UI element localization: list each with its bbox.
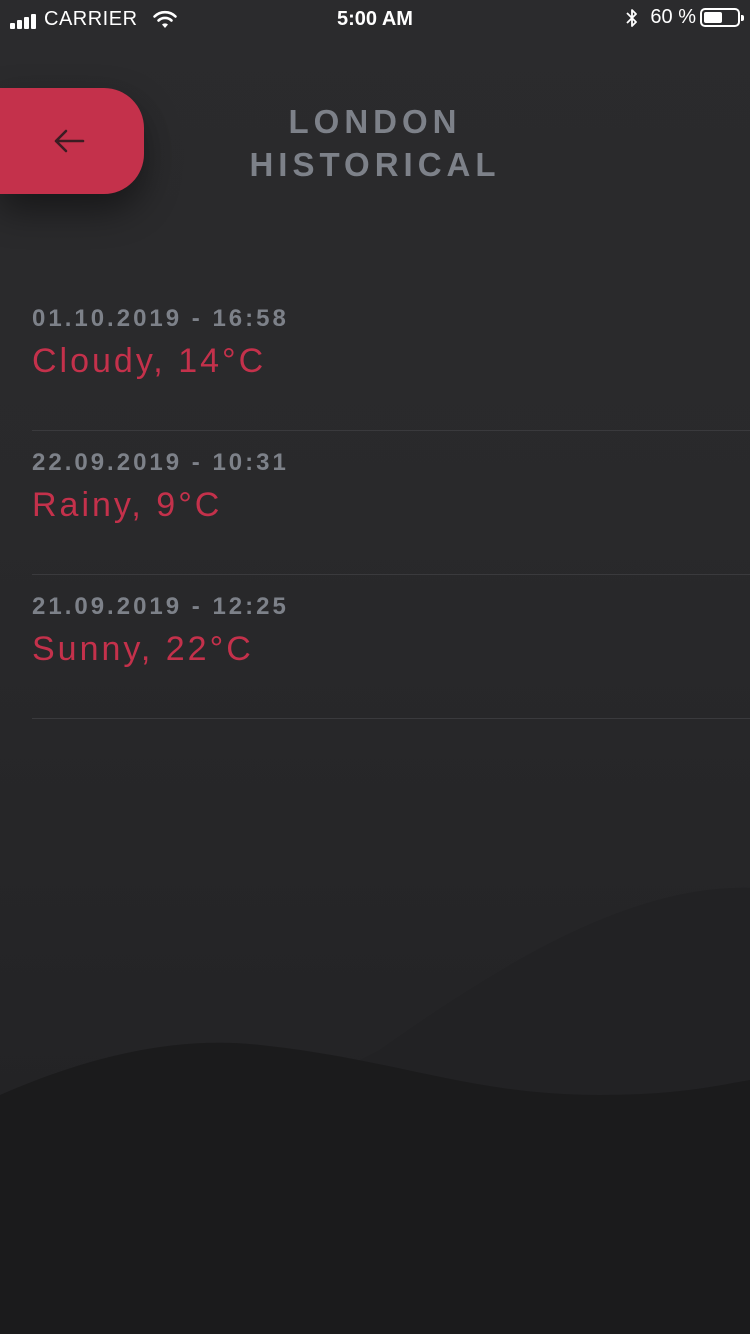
history-weather: Sunny, 22°C (32, 630, 254, 668)
page-title-line1: LONDON (288, 103, 462, 140)
page-title-line2: HISTORICAL (249, 146, 501, 183)
battery-icon (700, 8, 744, 27)
history-item[interactable]: 21.09.2019 - 12:25 Sunny, 22°C (32, 575, 750, 719)
historical-screen: CARRIER 5:00 AM 60 % LONDON HISTORICAL 0… (0, 0, 750, 1334)
back-button[interactable] (0, 88, 144, 194)
page-title: LONDON HISTORICAL (150, 100, 600, 186)
battery-percent: 60 % (650, 6, 696, 28)
history-item[interactable]: 22.09.2019 - 10:31 Rainy, 9°C (32, 431, 750, 575)
arrow-left-icon (54, 129, 85, 153)
history-date: 01.10.2019 - 16:58 (32, 305, 289, 332)
background-waves (0, 887, 750, 1334)
status-right: 60 % (624, 6, 744, 29)
history-item[interactable]: 01.10.2019 - 16:58 Cloudy, 14°C (32, 287, 750, 431)
history-list: 01.10.2019 - 16:58 Cloudy, 14°C 22.09.20… (32, 287, 750, 719)
history-weather: Rainy, 9°C (32, 486, 223, 524)
history-date: 22.09.2019 - 10:31 (32, 449, 289, 476)
status-bar: CARRIER 5:00 AM 60 % (0, 0, 750, 40)
history-date: 21.09.2019 - 12:25 (32, 593, 289, 620)
bluetooth-icon (626, 8, 638, 27)
history-weather: Cloudy, 14°C (32, 342, 267, 380)
battery-fill (704, 12, 722, 23)
